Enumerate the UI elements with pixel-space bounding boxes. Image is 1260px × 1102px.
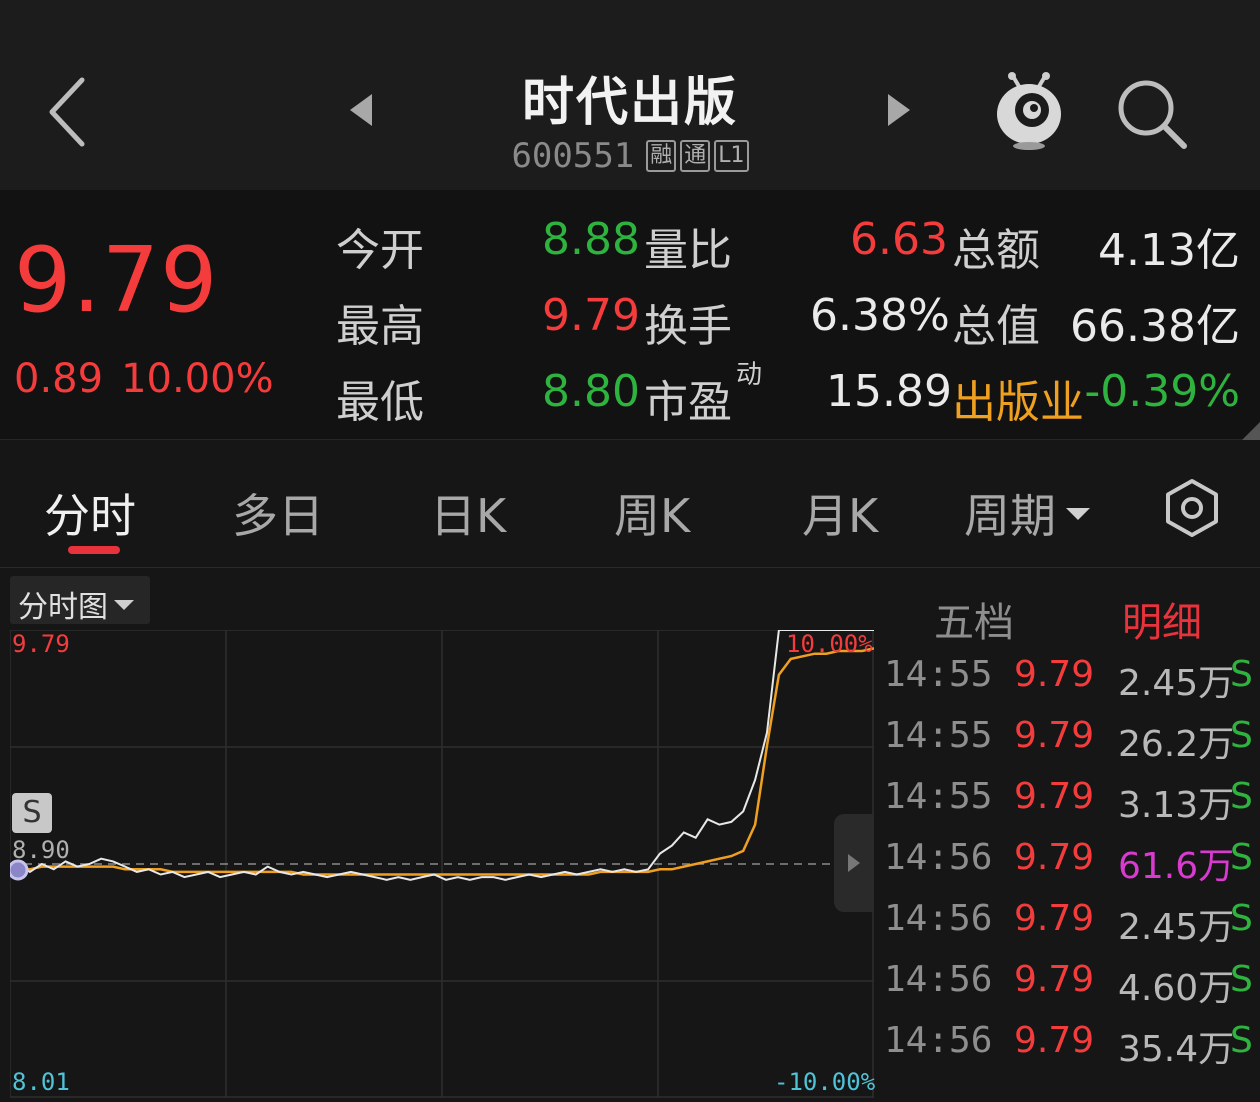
- trade-time: 14:56: [884, 959, 993, 1000]
- trade-side: S: [1230, 654, 1253, 695]
- trade-price: 9.79: [1014, 654, 1095, 695]
- label-market-cap: 总值: [952, 301, 1040, 352]
- chevron-down-icon: [1066, 507, 1090, 520]
- value-high: 9.79: [542, 290, 640, 341]
- active-tab-indicator: [68, 546, 120, 554]
- tab-daily-k[interactable]: 日K: [430, 480, 506, 546]
- stock-code: 600551: [511, 136, 635, 176]
- trade-volume: 35.4万: [1118, 1029, 1235, 1070]
- trade-row: 14:55 9.79 3.13万 S: [884, 776, 1260, 837]
- trade-side: S: [1230, 837, 1253, 878]
- trade-volume: 3.13万: [1118, 785, 1235, 826]
- chart-type-label: 分时图: [18, 590, 108, 625]
- tab-monthly-k[interactable]: 月K: [802, 480, 878, 546]
- trade-volume: 4.60万: [1118, 968, 1235, 1009]
- trade-price: 9.79: [1014, 776, 1095, 817]
- tag-margin: 融: [646, 140, 677, 172]
- trade-time: 14:55: [884, 715, 993, 756]
- trade-row: 14:56 9.79 61.6万 S: [884, 837, 1260, 898]
- trade-time: 14:56: [884, 837, 993, 878]
- tab-intraday[interactable]: 分时: [44, 480, 136, 546]
- pe-ratio-dynamic-mark: 动: [736, 360, 763, 390]
- trade-price: 9.79: [1014, 898, 1095, 939]
- trade-price: 9.79: [1014, 1020, 1095, 1061]
- trade-price: 9.79: [1014, 959, 1095, 1000]
- label-volume-ratio: 量比: [644, 225, 732, 276]
- label-pe-ratio: 市盈动: [644, 360, 762, 430]
- trade-volume: 61.6万: [1118, 846, 1235, 887]
- value-market-cap: 66.38亿: [1070, 301, 1240, 352]
- trade-side: S: [1230, 898, 1253, 939]
- tab-order-book[interactable]: 五档: [934, 590, 1014, 648]
- expand-corner-icon[interactable]: [1242, 422, 1260, 440]
- axis-bottom-price: 8.01: [12, 1068, 70, 1096]
- trade-volume: 2.45万: [1118, 663, 1235, 704]
- value-turnover-rate: 6.38%: [810, 290, 950, 341]
- quote-row-1: 今开 8.88 量比 6.63 总额 4.13亿: [0, 214, 1260, 276]
- tab-multi-day[interactable]: 多日: [232, 480, 324, 546]
- industry-change: -0.39%: [1084, 366, 1240, 417]
- period-tabs: 分时 多日 日K 周K 月K 周期: [0, 440, 1260, 568]
- trade-price: 9.79: [1014, 837, 1095, 878]
- back-arrow-icon[interactable]: [40, 72, 100, 152]
- trade-time: 14:55: [884, 654, 993, 695]
- axis-top-percent: 10.00%: [786, 630, 873, 658]
- trade-volume: 26.2万: [1118, 724, 1235, 765]
- axis-bottom-percent: -10.00%: [774, 1068, 876, 1096]
- label-low: 最低: [336, 377, 424, 428]
- chart-type-dropdown[interactable]: 分时图: [10, 576, 150, 625]
- label-high: 最高: [336, 301, 424, 352]
- trade-row: 14:56 9.79 35.4万 S: [884, 1020, 1260, 1081]
- search-icon[interactable]: [1114, 76, 1190, 152]
- trade-side: S: [1230, 776, 1253, 817]
- quote-row-3: 最低 8.80 市盈动 15.89 出版业 -0.39%: [0, 360, 1260, 428]
- tag-connect: 通: [680, 140, 711, 172]
- quote-row-2: 最高 9.79 换手 6.38% 总值 66.38亿: [0, 290, 1260, 352]
- trade-time: 14:55: [884, 776, 993, 817]
- stock-code-line: 600551 融 通 L1: [430, 136, 830, 176]
- chevron-down-icon: [114, 599, 134, 610]
- top-bar: 时代出版 600551 融 通 L1: [0, 0, 1260, 190]
- value-open: 8.88: [542, 214, 640, 265]
- trade-row: 14:56 9.79 2.45万 S: [884, 898, 1260, 959]
- value-volume-ratio: 6.63: [850, 214, 948, 265]
- value-pe-ratio: 15.89: [826, 366, 952, 417]
- trade-row: 14:56 9.79 4.60万 S: [884, 959, 1260, 1020]
- value-low: 8.80: [542, 366, 640, 417]
- settings-hexagon-icon[interactable]: [1162, 478, 1222, 538]
- label-turnover-amount: 总额: [952, 225, 1040, 276]
- trade-side: S: [1230, 715, 1253, 756]
- trade-side: S: [1230, 1020, 1253, 1061]
- trade-time: 14:56: [884, 898, 993, 939]
- stock-name: 时代出版: [521, 73, 738, 133]
- tab-period-label: 周期: [964, 489, 1056, 543]
- trade-time: 14:56: [884, 1020, 993, 1061]
- trade-price: 9.79: [1014, 715, 1095, 756]
- trade-side: S: [1230, 959, 1253, 1000]
- label-open: 今开: [336, 225, 424, 276]
- side-panel-toggle[interactable]: [834, 814, 874, 912]
- trade-row: 14:55 9.79 26.2万 S: [884, 715, 1260, 776]
- industry-link[interactable]: 出版业: [952, 366, 1084, 430]
- pe-ratio-text: 市盈: [644, 377, 732, 428]
- tab-weekly-k[interactable]: 周K: [614, 480, 690, 546]
- tab-period-dropdown[interactable]: 周期: [964, 480, 1090, 546]
- axis-prev-close: 8.90: [12, 836, 70, 864]
- sell-marker-badge[interactable]: S: [12, 793, 52, 833]
- mascot-icon[interactable]: [994, 70, 1064, 152]
- average-price-line: [18, 647, 874, 876]
- trade-volume: 2.45万: [1118, 907, 1235, 948]
- tag-level: L1: [714, 140, 749, 172]
- axis-top-price: 9.79: [12, 630, 70, 658]
- intraday-chart[interactable]: [10, 630, 874, 1098]
- previous-stock-icon[interactable]: [346, 92, 376, 128]
- trade-row: 14:55 9.79 2.45万 S: [884, 654, 1260, 715]
- price-line: [17, 630, 874, 881]
- chevron-right-icon: [848, 854, 860, 872]
- label-turnover-rate: 换手: [644, 301, 732, 352]
- value-turnover-amount: 4.13亿: [1098, 225, 1240, 276]
- next-stock-icon[interactable]: [884, 92, 914, 128]
- tab-trade-detail[interactable]: 明细: [1122, 590, 1202, 648]
